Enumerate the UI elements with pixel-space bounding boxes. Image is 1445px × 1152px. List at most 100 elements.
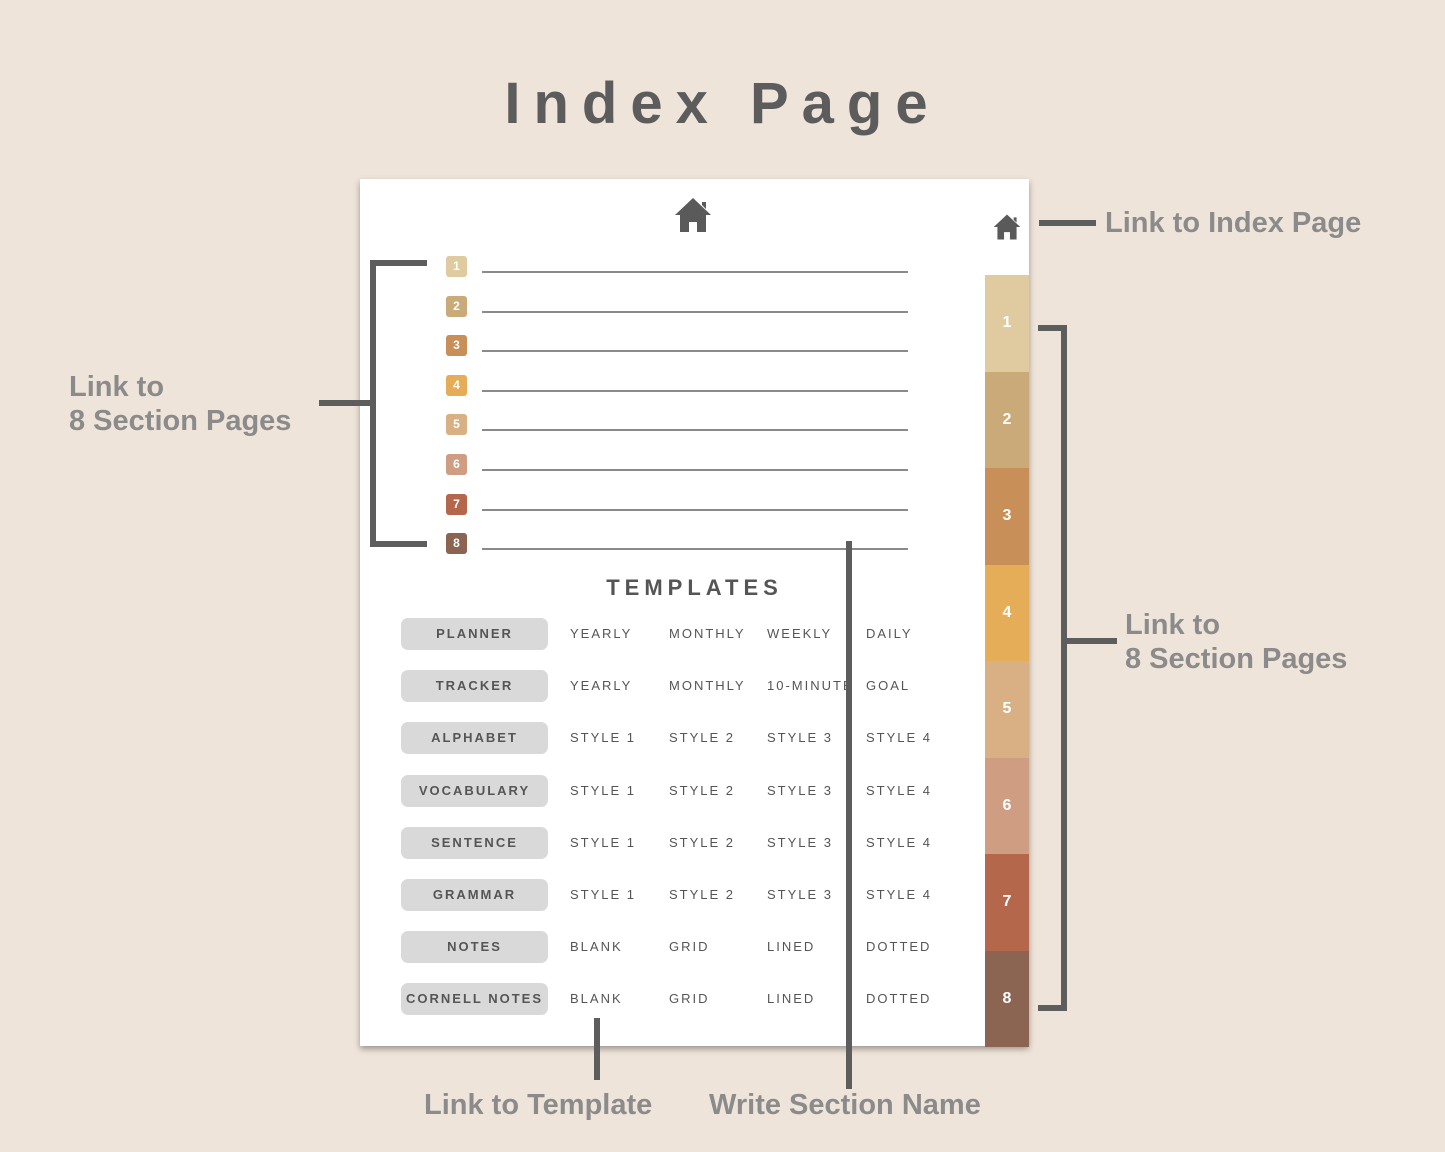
annotation-line: Link to [69,371,165,403]
template-option-link[interactable]: 10-MINUTE [767,670,849,702]
section-badge[interactable]: 4 [446,374,467,396]
page-title: Index Page [504,71,941,136]
template-option-link[interactable]: STYLE 2 [669,879,735,911]
template-option-link[interactable]: LINED [767,983,849,1015]
template-option-link[interactable]: LINED [767,931,849,963]
template-option-link[interactable]: STYLE 2 [669,722,735,754]
template-option-link[interactable]: STYLE 4 [866,722,932,754]
template-option-link[interactable]: MONTHLY [669,670,746,702]
section-tab[interactable]: 2 [985,371,1029,468]
template-option-link[interactable]: DAILY [866,618,913,650]
template-option-link[interactable]: STYLE 1 [570,879,636,911]
section-row: 6 [446,454,908,478]
section-tabs: 12345678 [985,275,1029,1047]
pointer-line [846,541,852,1089]
template-option-link[interactable]: STYLE 4 [866,827,932,859]
section-name-line[interactable] [482,389,908,392]
template-category-button[interactable]: NOTES [401,931,548,964]
template-option-link[interactable]: BLANK [570,983,623,1015]
section-row: 5 [446,414,908,438]
bracket-line [319,400,373,406]
annotation-template-link: Link to Template [424,1089,653,1121]
template-row: SENTENCE STYLE 1 STYLE 2 STYLE 3 STYLE 4 [401,826,961,861]
section-name-line[interactable] [482,350,908,353]
bracket-line [370,541,427,547]
section-tab[interactable]: 6 [985,757,1029,854]
template-option-link[interactable]: STYLE 1 [570,722,636,754]
template-row: PLANNER YEARLY MONTHLY WEEKLY DAILY [401,618,961,652]
section-badge[interactable]: 7 [446,493,467,515]
template-option-link[interactable]: GOAL [866,670,910,702]
annotation-sections-left: Link to 8 Section Pages [69,370,291,438]
template-option-link[interactable]: STYLE 1 [570,827,636,859]
template-category-button[interactable]: ALPHABET [401,722,548,755]
template-category-button[interactable]: PLANNER [401,618,548,650]
bracket-line [370,260,427,266]
section-row: 3 [446,335,908,359]
annotation-section-name: Write Section Name [709,1089,981,1121]
home-icon[interactable] [673,196,713,234]
template-option-link[interactable]: GRID [669,931,710,963]
bracket-line [1038,325,1067,331]
template-category-button[interactable]: GRAMMAR [401,879,548,911]
template-option-link[interactable]: YEARLY [570,618,632,650]
section-tab[interactable]: 8 [985,950,1029,1047]
template-option-link[interactable]: STYLE 2 [669,827,735,859]
template-row: CORNELL NOTES BLANK GRID LINED DOTTED [401,983,961,1017]
template-category-button[interactable]: TRACKER [401,670,548,703]
templates-heading: TEMPLATES [606,575,783,600]
template-row: VOCABULARY STYLE 1 STYLE 2 STYLE 3 STYLE 4 [401,774,961,809]
section-badge[interactable]: 2 [446,295,467,317]
template-row: ALPHABET STYLE 1 STYLE 2 STYLE 3 STYLE 4 [401,722,961,756]
template-category-button[interactable]: SENTENCE [401,826,548,859]
index-page-preview: 12345678 TEMPLATES PLANNER YEARLY MONTHLY W… [360,179,1029,1047]
annotation-line: 8 Section Pages [1125,643,1348,675]
section-badge[interactable]: 1 [446,256,467,277]
template-option-link[interactable]: STYLE 1 [570,775,636,807]
template-row: TRACKER YEARLY MONTHLY 10-MINUTE GOAL [401,670,961,704]
section-name-line[interactable] [482,508,908,511]
template-option-link[interactable]: STYLE 4 [866,775,932,807]
bracket-line [1064,638,1117,644]
section-tab[interactable]: 4 [985,564,1029,661]
template-option-link[interactable]: STYLE 3 [767,827,849,859]
template-option-link[interactable]: WEEKLY [767,618,849,650]
section-name-line[interactable] [482,271,908,273]
template-option-link[interactable]: BLANK [570,931,623,963]
home-icon[interactable] [992,213,1022,241]
template-option-link[interactable]: MONTHLY [669,618,746,650]
template-option-link[interactable]: STYLE 4 [866,879,932,911]
section-badge[interactable]: 3 [446,335,467,357]
template-option-link[interactable]: STYLE 2 [669,775,735,807]
section-badge[interactable]: 8 [446,533,467,555]
section-row: 4 [446,374,908,399]
annotation-sections-right: Link to 8 Section Pages [1125,608,1347,676]
template-option-link[interactable]: DOTTED [866,931,931,963]
section-tab[interactable]: 5 [985,661,1029,758]
template-option-link[interactable]: DOTTED [866,983,931,1015]
template-option-link[interactable]: STYLE 3 [767,775,849,807]
template-option-link[interactable]: YEARLY [570,670,632,702]
section-row: 8 [446,533,908,557]
bracket-line [1039,220,1096,226]
section-badge[interactable]: 6 [446,454,467,475]
pointer-line [594,1018,600,1080]
section-badge[interactable]: 5 [446,414,467,436]
section-tab[interactable]: 1 [985,275,1029,372]
template-option-link[interactable]: STYLE 3 [767,722,849,754]
section-name-line[interactable] [482,548,908,551]
template-category-button[interactable]: VOCABULARY [401,774,548,807]
annotation-index-link: Link to Index Page [1105,207,1362,239]
section-row: 7 [446,493,908,518]
template-option-link[interactable]: STYLE 3 [767,879,849,911]
section-name-line[interactable] [482,469,908,471]
bracket-line [1061,325,1067,1011]
section-row: 1 [446,256,908,280]
template-option-link[interactable]: GRID [669,983,710,1015]
section-tab[interactable]: 3 [985,468,1029,565]
section-name-line[interactable] [482,310,908,313]
template-category-button[interactable]: CORNELL NOTES [401,983,548,1016]
section-tab[interactable]: 7 [985,854,1029,951]
section-name-line[interactable] [482,429,908,432]
annotation-line: 8 Section Pages [69,405,292,437]
